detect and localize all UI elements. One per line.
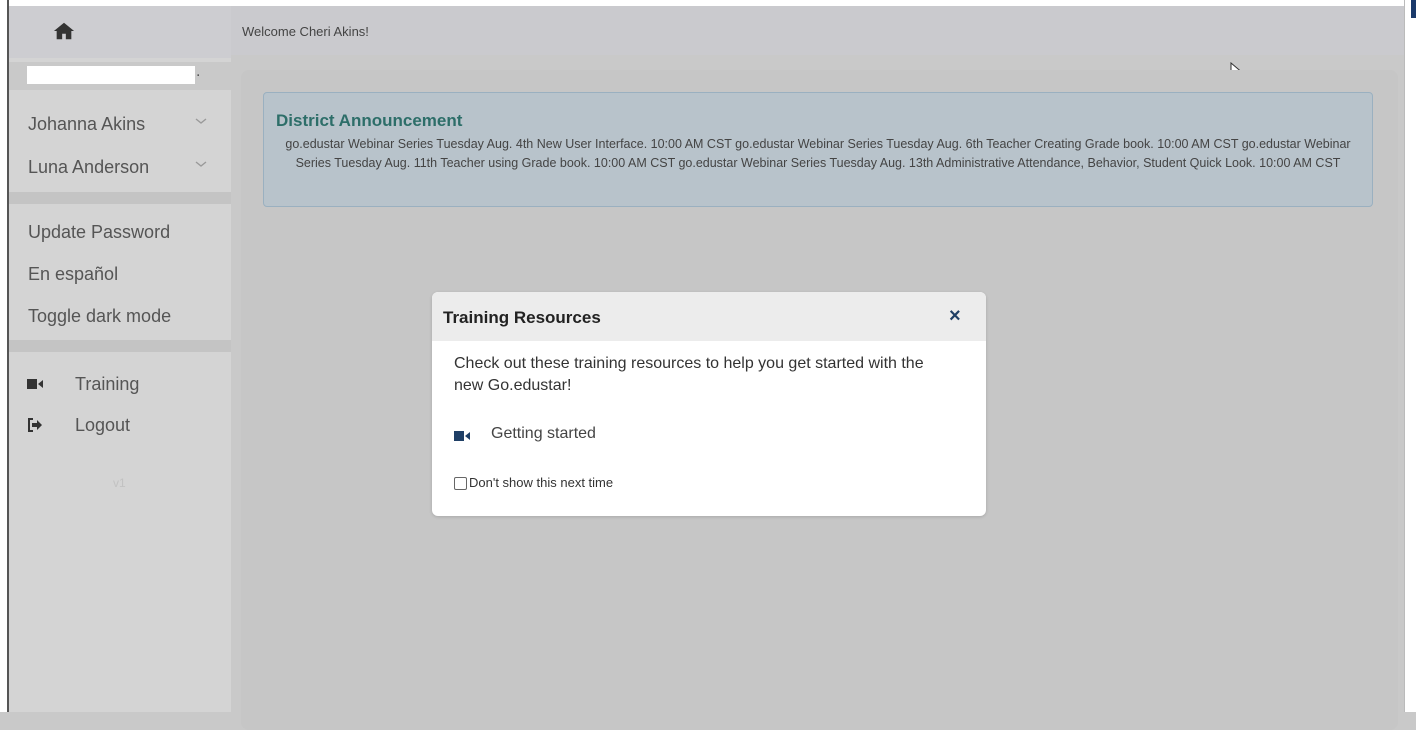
user-name-strip: . <box>9 62 231 90</box>
adjacent-window-strip <box>1411 0 1416 18</box>
chevron-down-icon <box>195 118 207 124</box>
training-label: Training <box>75 374 140 394</box>
logout-label: Logout <box>75 415 131 435</box>
redacted-user-name <box>27 66 195 84</box>
spanish-language-link[interactable]: En español <box>28 264 118 285</box>
modal-body-text: Check out these training resources to he… <box>454 355 924 394</box>
top-header: Welcome Cheri Akins! <box>231 6 1404 55</box>
dont-show-label: Don't show this next time <box>469 475 614 490</box>
sidebar-student-johanna[interactable]: Johanna Akins <box>9 104 231 144</box>
sidebar-item-logout[interactable]: Logout <box>9 411 231 445</box>
getting-started-label: Getting started <box>491 425 596 442</box>
window-right-edge <box>1404 0 1416 712</box>
close-icon[interactable]: × <box>949 305 961 328</box>
home-row <box>9 6 231 58</box>
sidebar-item-training[interactable]: Training <box>9 370 231 404</box>
version-label: v1 <box>113 476 126 490</box>
sidebar-student-luna[interactable]: Luna Anderson <box>9 147 231 187</box>
chevron-down-icon <box>195 161 207 167</box>
dont-show-checkbox[interactable] <box>454 477 467 490</box>
home-icon[interactable] <box>53 20 75 42</box>
toggle-dark-mode-link[interactable]: Toggle dark mode <box>28 306 171 327</box>
announcement-title: District Announcement <box>276 111 463 130</box>
student-name: Johanna Akins <box>28 114 146 134</box>
welcome-message: Welcome Cheri Akins! <box>242 24 369 39</box>
modal-title: Training Resources <box>443 308 601 327</box>
sign-out-icon <box>28 418 42 432</box>
video-camera-icon <box>27 379 43 389</box>
announcement-text: go.edustar Webinar Series Tuesday Aug. 4… <box>285 137 1351 170</box>
video-camera-icon <box>454 431 470 441</box>
window-left-edge <box>0 0 7 712</box>
update-password-link[interactable]: Update Password <box>28 222 170 243</box>
district-announcement: District Announcement go.edustar Webinar… <box>263 92 1373 207</box>
user-name-suffix: . <box>196 63 201 80</box>
modal-header: Training Resources × <box>432 292 986 341</box>
sidebar-separator <box>9 340 231 352</box>
student-name: Luna Anderson <box>28 157 150 177</box>
sidebar-separator <box>9 192 231 204</box>
training-resources-modal: Training Resources × Check out these tra… <box>432 292 986 516</box>
sidebar: . Johanna Akins Luna Anderson Update Pas… <box>9 6 231 712</box>
